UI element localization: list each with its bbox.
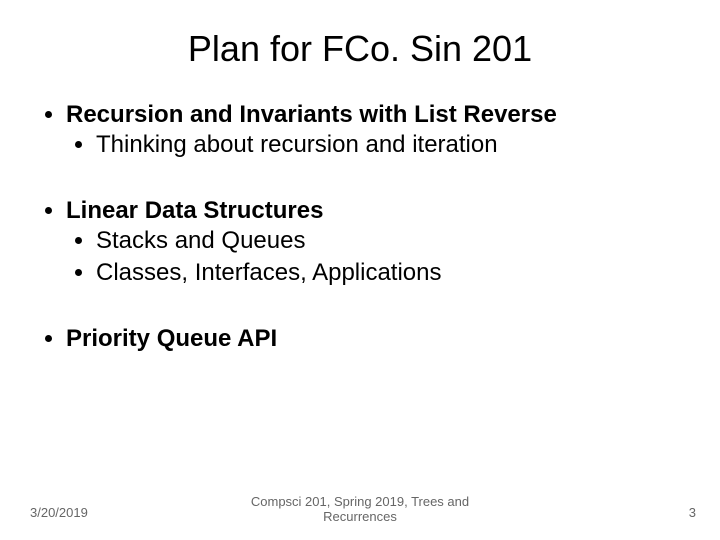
spacer — [66, 294, 682, 324]
section-heading: Priority Queue API — [66, 325, 277, 352]
section-priority-queue: Priority Queue API — [66, 324, 682, 354]
sub-item: Thinking about recursion and iteration — [96, 130, 682, 160]
footer-date: 3/20/2019 — [30, 505, 88, 520]
bullet-list: Recursion and Invariants with List Rever… — [38, 100, 682, 354]
footer-page-number: 3 — [689, 505, 696, 520]
sub-item: Stacks and Queues — [96, 226, 682, 256]
section-recursion: Recursion and Invariants with List Rever… — [66, 100, 682, 160]
sub-list: Thinking about recursion and iteration — [66, 130, 682, 160]
section-heading: Recursion and Invariants with List Rever… — [66, 101, 557, 128]
section-linear-ds: Linear Data Structures Stacks and Queues… — [66, 196, 682, 288]
slide: Plan for FCo. Sin 201 Recursion and Inva… — [0, 0, 720, 540]
slide-body: Recursion and Invariants with List Rever… — [0, 90, 720, 354]
footer-center: Compsci 201, Spring 2019, Trees and Recu… — [251, 494, 469, 524]
sub-list: Stacks and Queues Classes, Interfaces, A… — [66, 226, 682, 288]
spacer — [66, 166, 682, 196]
section-heading: Linear Data Structures — [66, 197, 323, 224]
sub-item: Classes, Interfaces, Applications — [96, 258, 682, 288]
slide-title: Plan for FCo. Sin 201 — [0, 0, 720, 90]
